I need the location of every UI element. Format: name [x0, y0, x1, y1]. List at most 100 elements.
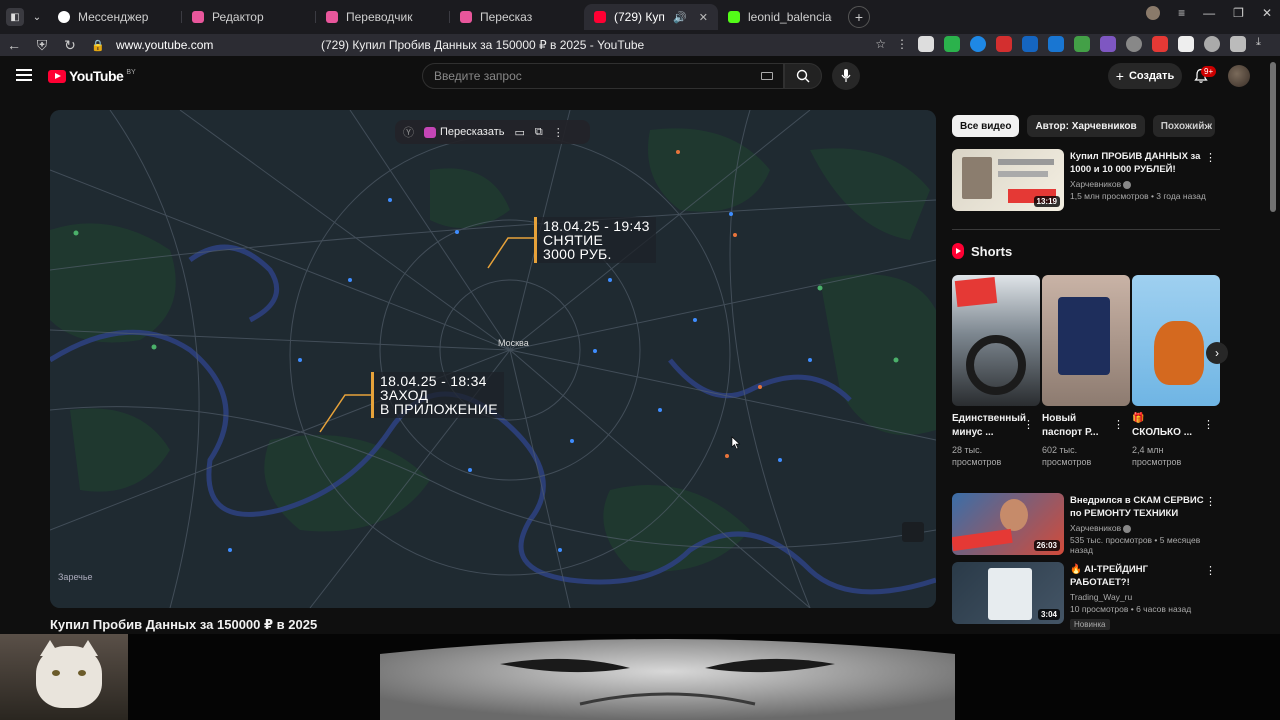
short-item[interactable]: Единственный минус ... 28 тыс. просмотро…: [952, 275, 1040, 468]
shield-ext-icon[interactable]: [1022, 36, 1038, 52]
short-title[interactable]: Новый паспорт Р...: [1042, 412, 1112, 440]
recommendation-item[interactable]: 3:04 🔥 AI-ТРЕЙДИНГ РАБОТАЕТ?! Trading_Wa…: [952, 562, 1220, 630]
subtitles-icon[interactable]: ▭: [515, 126, 525, 139]
bookmark-icon[interactable]: ☆: [875, 37, 886, 51]
search-button[interactable]: [784, 63, 822, 89]
lock-icon[interactable]: 🔒: [84, 39, 112, 52]
tab-youtube-active[interactable]: (729) Купил Пробив 🔊 ✕: [584, 4, 718, 30]
video-thumbnail[interactable]: 26:03: [952, 493, 1064, 555]
shorts-logo-icon: [952, 243, 964, 259]
extensions-bar: ☆ ⋮ ⤓: [875, 36, 1272, 52]
video-thumbnail[interactable]: 13:19: [952, 149, 1064, 211]
puzzle-icon[interactable]: [1230, 36, 1246, 52]
short-thumbnail[interactable]: [952, 275, 1040, 406]
tab-label: Пересказ: [480, 10, 533, 24]
keyboard-icon[interactable]: [761, 72, 773, 80]
tabs-dropdown-icon[interactable]: ⌄: [28, 8, 46, 26]
tab-kick-stream[interactable]: leonid_balenciaga Stream: [718, 4, 842, 30]
close-window-icon[interactable]: ✕: [1262, 6, 1272, 20]
qr-code-icon[interactable]: [918, 36, 934, 52]
channel-name[interactable]: Харчевников: [1070, 523, 1121, 533]
picture-in-picture-icon[interactable]: ⧉: [535, 126, 543, 139]
chip-all-videos[interactable]: Все видео: [952, 115, 1020, 137]
tab-label: Редактор: [212, 10, 264, 24]
voice-search-button[interactable]: [832, 62, 860, 90]
shield-icon[interactable]: ⛨: [28, 37, 56, 54]
profile-icon[interactable]: [1146, 6, 1161, 20]
extension-red-icon[interactable]: [996, 36, 1012, 52]
video-thumbnail[interactable]: 3:04: [952, 562, 1064, 624]
menu-hamburger-icon[interactable]: [16, 69, 32, 81]
user-avatar[interactable]: [1228, 65, 1250, 87]
back-icon[interactable]: ←: [0, 37, 28, 53]
video-title[interactable]: Купил ПРОБИВ ДАННЫХ за 1000 и 10 000 РУБ…: [1070, 150, 1210, 176]
video-player[interactable]: Москва Заречье 18.04.25 - 19:43 СНЯТИЕ 3…: [50, 110, 936, 608]
channel-name[interactable]: Харчевников: [1070, 179, 1121, 189]
more-options-icon[interactable]: ⋮: [1203, 418, 1214, 431]
more-options-icon[interactable]: ⋮: [1113, 418, 1124, 431]
search-input[interactable]: Введите запрос: [422, 63, 784, 89]
tab-label: Мессенджер: [78, 10, 149, 24]
sidebar-toggle-icon[interactable]: ◧: [6, 8, 24, 26]
verified-icon: [1123, 524, 1132, 533]
tab-retell[interactable]: Пересказ: [450, 4, 584, 30]
map-city-label: Москва: [498, 338, 529, 348]
short-thumbnail[interactable]: [1042, 275, 1130, 406]
short-views: 602 тыс. просмотров: [1042, 445, 1092, 467]
chevron-right-icon[interactable]: ›: [1198, 119, 1214, 135]
channel-name[interactable]: Trading_Way_ru: [1070, 592, 1210, 602]
short-item[interactable]: Новый паспорт Р... 602 тыс. просмотров ⋮: [1042, 275, 1130, 468]
recommendation-item[interactable]: 26:03 Внедрился в СКАМ СЕРВИС по РЕМОНТУ…: [952, 493, 1220, 557]
annotation-app-login: 18.04.25 - 18:34 ЗАХОД В ПРИЛОЖЕНИЕ: [371, 372, 504, 418]
more-options-icon[interactable]: ⋮: [1023, 418, 1034, 431]
short-title[interactable]: Единственный минус ...: [952, 412, 1026, 440]
chip-author[interactable]: Автор: Харчевников: [1027, 115, 1145, 137]
page-scrollbar[interactable]: [1270, 62, 1276, 212]
minimize-icon[interactable]: —: [1203, 6, 1215, 20]
video-duration: 3:04: [1037, 609, 1060, 620]
more-options-icon[interactable]: ⋮: [1205, 564, 1216, 577]
menu-icon[interactable]: ≡: [1178, 6, 1185, 20]
tab-translator[interactable]: Переводчик: [316, 4, 450, 30]
reload-icon[interactable]: ↻: [56, 37, 84, 54]
extension-red2-icon[interactable]: [1152, 36, 1168, 52]
restore-icon[interactable]: ❐: [1233, 6, 1244, 20]
more-options-icon[interactable]: ⋮: [553, 126, 564, 139]
annotation-line: 3000 РУБ.: [543, 246, 612, 262]
yandex-icon[interactable]: Ⓨ: [403, 124, 414, 140]
youtube-logo[interactable]: YouTube BY: [48, 68, 136, 84]
translator-icon: [326, 11, 338, 23]
video-views: 10 просмотров • 6 часов назад: [1070, 604, 1192, 614]
translate-ext-icon[interactable]: [1048, 36, 1064, 52]
create-button[interactable]: + Создать: [1108, 63, 1182, 89]
extension-blue-icon[interactable]: [970, 36, 986, 52]
speaker-icon[interactable]: 🔊: [673, 11, 687, 24]
new-tab-button[interactable]: +: [848, 6, 870, 28]
extension-x-icon[interactable]: [1074, 36, 1090, 52]
tab-messenger[interactable]: Мессенджер: [48, 4, 182, 30]
passport-graphic: [1058, 297, 1110, 375]
short-item[interactable]: 🎁 СКОЛЬКО ... 2,4 млн просмотров ⋮: [1132, 275, 1220, 468]
video-title[interactable]: AI-ТРЕЙДИНГ РАБОТАЕТ?!: [1070, 564, 1148, 588]
retell-button[interactable]: Пересказать: [440, 126, 505, 138]
url-field[interactable]: www.youtube.com: [116, 38, 321, 52]
shorts-heading: Shorts: [952, 243, 1012, 259]
play-ext-icon[interactable]: [1204, 36, 1220, 52]
extension-green-icon[interactable]: [944, 36, 960, 52]
short-thumbnail[interactable]: [1132, 275, 1220, 406]
shorts-next-button[interactable]: ›: [1206, 342, 1228, 364]
close-tab-icon[interactable]: ✕: [699, 11, 708, 24]
extension-purple-icon[interactable]: [1100, 36, 1116, 52]
download-icon[interactable]: ⤓: [1256, 36, 1272, 52]
tab-editor[interactable]: Редактор: [182, 4, 316, 30]
map-district-label: Заречье: [58, 572, 93, 582]
recommendation-item[interactable]: 13:19 Купил ПРОБИВ ДАННЫХ за 1000 и 10 0…: [952, 149, 1220, 213]
video-duration: 13:19: [1033, 196, 1060, 207]
video-title[interactable]: Внедрился в СКАМ СЕРВИС по РЕМОНТУ ТЕХНИ…: [1070, 494, 1210, 520]
short-title[interactable]: СКОЛЬКО ...: [1132, 427, 1192, 438]
more-vert-icon[interactable]: ⋮: [896, 37, 908, 51]
more-options-icon[interactable]: ⋮: [1205, 151, 1216, 164]
more-options-icon[interactable]: ⋮: [1205, 495, 1216, 508]
extension-gray-icon[interactable]: [1126, 36, 1142, 52]
extension-white-icon[interactable]: [1178, 36, 1194, 52]
